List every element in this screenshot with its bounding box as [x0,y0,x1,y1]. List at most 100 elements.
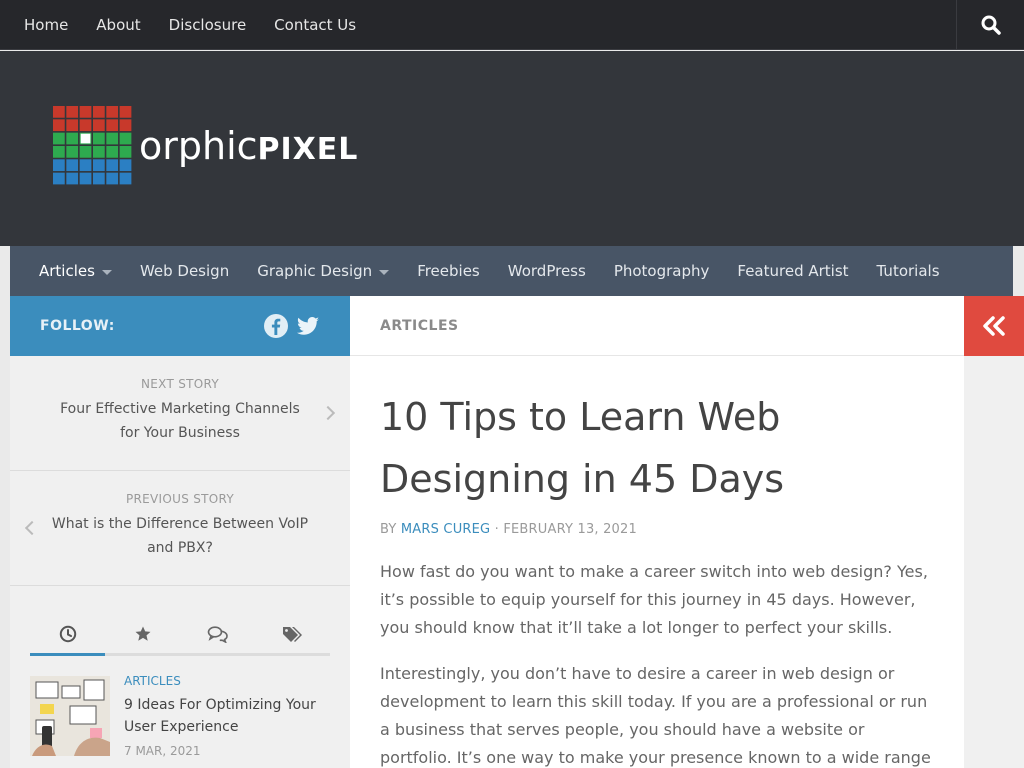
sidebar-post[interactable]: ARTICLES 9 Ideas For Optimizing Your Use… [30,674,330,764]
article-byline: BY MARS CUREG · FEBRUARY 13, 2021 [380,522,637,537]
facebook-icon[interactable] [263,313,289,339]
logo-pixel [106,159,119,172]
logo-pixel [53,106,65,118]
main-nav-label: Web Design [139,262,230,280]
post-thumbnail[interactable] [30,676,110,756]
next-story-kicker: NEXT STORY [140,377,219,391]
sidebar-tabs [30,614,330,656]
logo-pixel [119,172,132,185]
article-paragraph: How fast do you want to make a career sw… [380,562,928,637]
logo-pixel [53,159,65,172]
logo-pixel-grid [53,106,132,185]
tab-tags[interactable] [255,614,330,653]
logo-pixel [92,132,105,145]
caret-down-icon [379,269,390,275]
logo-pixel [106,119,119,132]
previous-story-title[interactable]: What is the Difference Between VoIP and … [10,512,350,560]
main-nav-freebies[interactable]: Freebies [403,246,494,296]
logo-pixel [53,145,65,158]
logo-pixel [92,159,105,172]
logo-pixel [106,145,119,158]
main-nav-label: Freebies [417,262,480,280]
logo-pixel [66,106,79,118]
logo-pixel [79,106,92,118]
logo-pixel [66,132,79,145]
main-nav-web-design[interactable]: Web Design [126,246,243,296]
tab-popular[interactable] [105,614,180,653]
author-link[interactable]: MARS CUREG [401,522,490,537]
follow-bar: FOLLOW: [10,296,350,356]
tab-recent[interactable] [30,614,105,656]
main-nav-label: WordPress [507,262,586,280]
double-chevron-left-icon [983,316,1005,336]
article-content: 10 Tips to Learn Web Designing in 45 Day… [350,356,964,768]
caret-down-icon [101,269,112,275]
follow-label: FOLLOW: [40,318,115,334]
clock-icon [59,625,76,642]
site-header: orphic PIXEL [0,51,1024,246]
logo-pixel [119,106,132,118]
logo-text-orphic: orphic [139,124,258,168]
main-nav-featured-artist[interactable]: Featured Artist [723,246,862,296]
main-nav-label: Articles [39,262,95,280]
next-story[interactable]: NEXT STORY Four Effective Marketing Chan… [10,356,350,471]
post-title[interactable]: 9 Ideas For Optimizing Your User Experie… [124,694,324,738]
byline-prefix: BY [380,522,401,537]
logo-pixel [79,145,92,158]
logo-white-pixel [80,133,91,144]
twitter-icon[interactable] [295,313,321,339]
next-story-title[interactable]: Four Effective Marketing Channels for Yo… [10,397,350,445]
top-nav-home[interactable]: Home [10,0,82,50]
logo-pixel [106,106,119,118]
star-icon [135,626,150,641]
tab-comments[interactable] [180,614,255,653]
main-nav-wordpress[interactable]: WordPress [494,246,600,296]
top-nav: Home About Disclosure Contact Us [10,0,370,50]
post-thumbnail-image [30,676,110,756]
logo-pixel [66,172,79,185]
logo-pixel [119,132,132,145]
post-category[interactable]: ARTICLES [124,674,181,688]
logo-pixel [106,132,119,145]
logo-pixel [53,172,65,185]
comments-icon [207,625,228,643]
logo-pixel [53,132,65,145]
article-paragraph: Interestingly, you don’t have to desire … [380,664,931,767]
logo-pixel [79,172,92,185]
logo-pixel [66,119,79,132]
logo-pixel [79,159,92,172]
left-sidebar: NEXT STORY Four Effective Marketing Chan… [10,356,350,768]
byline-separator: · [490,522,504,537]
main-nav-photography[interactable]: Photography [600,246,724,296]
right-sidebar-collapsed [964,296,1024,768]
main-nav-label: Graphic Design [257,262,373,280]
main-nav-label: Tutorials [876,262,940,280]
breadcrumb: ARTICLES [380,318,459,334]
main-nav-articles[interactable]: Articles [25,246,126,296]
logo-pixel [66,145,79,158]
logo-wordmark: orphic PIXEL [139,124,358,168]
logo-text-pixel: PIXEL [257,132,359,167]
expand-sidebar-button[interactable] [964,296,1024,356]
main-nav-label: Featured Artist [737,262,849,280]
logo-pixel [106,172,119,185]
tags-icon [282,626,302,642]
top-nav-disclosure[interactable]: Disclosure [155,0,261,50]
main-nav-graphic-design[interactable]: Graphic Design [243,246,403,296]
article-title: 10 Tips to Learn Web Designing in 45 Day… [380,395,785,501]
top-nav-about[interactable]: About [82,0,154,50]
logo-pixel [92,172,105,185]
logo-pixel [92,145,105,158]
article-date: FEBRUARY 13, 2021 [503,522,637,537]
main-nav-tutorials[interactable]: Tutorials [863,246,954,296]
site-logo[interactable]: orphic PIXEL [53,106,358,186]
main-nav: Articles Web Design Graphic Design Freeb… [10,246,1013,296]
previous-story[interactable]: PREVIOUS STORY What is the Difference Be… [10,471,350,586]
search-button[interactable] [956,0,1024,50]
top-nav-contact[interactable]: Contact Us [260,0,370,50]
post-date: 7 MAR, 2021 [124,744,201,758]
logo-pixel [119,119,132,132]
logo-pixel [92,119,105,132]
logo-pixel [119,145,132,158]
search-icon [981,15,1001,35]
